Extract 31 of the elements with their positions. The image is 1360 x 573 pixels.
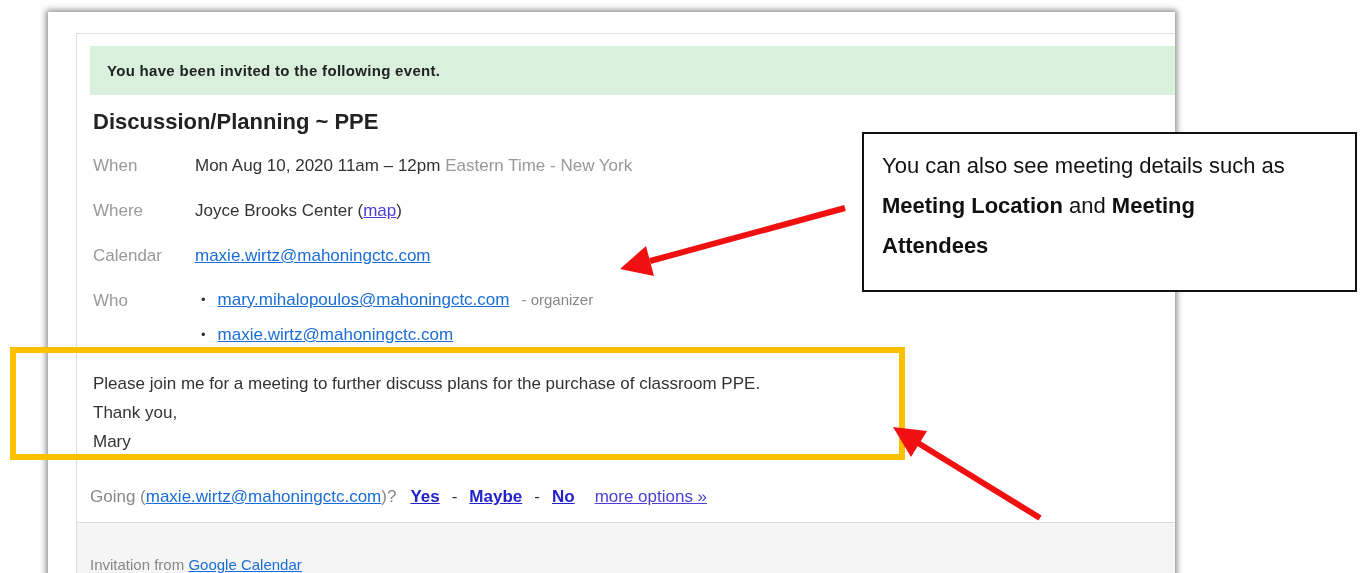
rsvp-link[interactable]: Yes <box>410 482 440 512</box>
going-prompt: )? <box>381 486 397 508</box>
message-line: Mary <box>93 431 132 453</box>
event-location: ) <box>396 201 402 220</box>
footer-text: Invitation from <box>90 556 185 573</box>
attendee-link[interactable]: maxie.wirtz@mahoningctc.com <box>217 317 454 352</box>
message-line: Please join me for a meeting to further discuss plans for the purchase of classroom PPE. <box>93 373 762 395</box>
message-line: Thank you, <box>93 402 179 424</box>
going-prompt: Going ( <box>90 486 146 508</box>
bullet-icon: • <box>195 317 206 352</box>
attendee-link[interactable]: maxie.wirtz@mahoningctc.com <box>145 482 382 512</box>
detail-label: When <box>93 155 138 177</box>
attendee-role: - organizer <box>521 290 594 310</box>
callout-text: You can also see meeting details such as Meeting Location and Meeting Attendees <box>862 132 1357 292</box>
rsvp-link[interactable]: No <box>551 482 575 512</box>
bullet-icon: • <box>195 282 206 317</box>
map-link[interactable]: map <box>363 201 397 220</box>
event-time: Mon Aug 10, 2020 11am – 12pm Eastern Time - New York <box>195 155 633 177</box>
detail-label: Calendar <box>93 245 162 267</box>
detail-label: Who <box>93 290 128 312</box>
rsvp-link[interactable]: Maybe <box>469 482 523 512</box>
google-calendar-link[interactable]: Google Calendar <box>188 556 302 573</box>
separator: - <box>534 486 540 508</box>
attendee-link[interactable]: mary.mihalopoulos@mahoningctc.com <box>217 282 510 317</box>
calendar-link[interactable]: maxie.wirtz@mahoningctc.com <box>195 246 431 265</box>
more-options-link[interactable]: more options » <box>594 482 708 512</box>
event-title: Discussion/Planning ~ PPE <box>93 108 380 136</box>
event-location: Joyce Brooks Center ( <box>195 201 364 220</box>
detail-label: Where <box>93 200 144 222</box>
invitation-banner: You have been invited to the following event. <box>90 46 1175 95</box>
separator: - <box>451 486 458 508</box>
